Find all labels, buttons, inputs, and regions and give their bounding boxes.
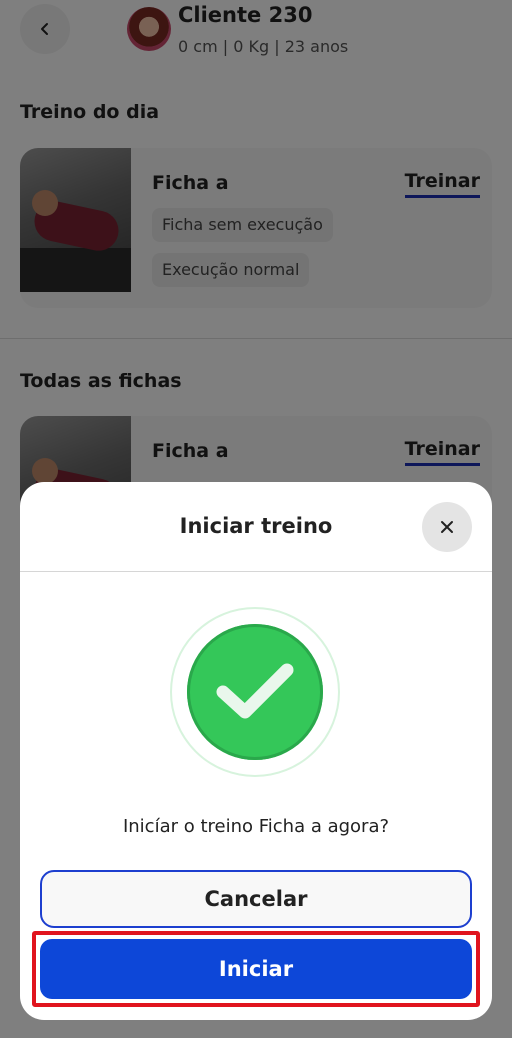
dialog-message: Inicíar o treino Ficha a agora? <box>122 816 390 837</box>
cancel-button[interactable]: Cancelar <box>40 870 472 928</box>
close-icon <box>441 521 453 533</box>
success-badge <box>170 607 340 777</box>
start-workout-dialog: Iniciar treino Inicíar o treino Ficha a … <box>20 482 492 1020</box>
check-icon <box>216 663 294 719</box>
close-button[interactable] <box>422 502 472 552</box>
start-button[interactable]: Iniciar <box>40 939 472 999</box>
check-circle <box>187 624 323 760</box>
dialog-divider <box>20 571 492 572</box>
